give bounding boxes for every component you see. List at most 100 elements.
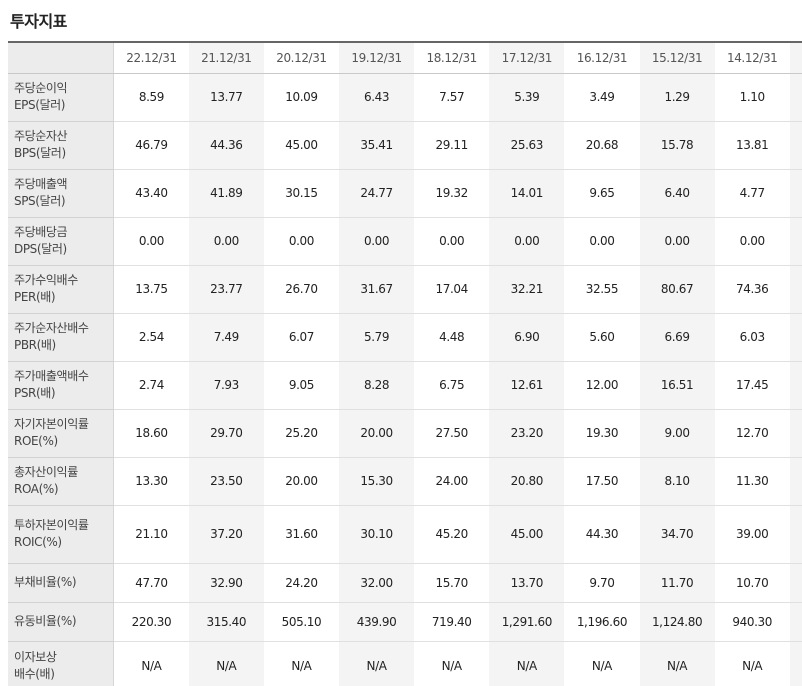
table-cell-value: 12.70: [714, 409, 790, 458]
table-row: 자기자본이익률 ROE(%) 18.60 29.70 25.20 20.00 27.50 23…: [8, 409, 802, 458]
table-cell-value: 15.70: [789, 563, 802, 603]
table-cell-value: 9.05: [263, 361, 339, 410]
table-cell-value: 0.00: [113, 217, 189, 266]
table-row: 이자보상배수(배)N/AN/AN/AN/AN/AN/AN/AN/AN/AN/A: [8, 641, 802, 686]
row-label: 주가수익배수 PER(배): [8, 265, 115, 314]
table-cell-value: 315.40: [188, 602, 264, 642]
row-label: 투하자본이익률 ROIC(%): [8, 505, 115, 564]
table-cell-value: 7.49: [188, 313, 264, 362]
table-cell-value: 1.29: [639, 73, 715, 122]
table-cell-value: 13.75: [113, 265, 189, 314]
row-label-line: 투하자본이익률: [14, 518, 89, 532]
table-cell-value: N/A: [188, 641, 264, 686]
row-label: 주당순자산 BPS(달러): [8, 121, 115, 170]
row-label: 주당배당금 DPS(달러): [8, 217, 115, 266]
page-title: 투자지표: [10, 12, 67, 31]
column-header-date: 16.12/31: [564, 41, 640, 74]
table-cell-value: 940.30: [714, 602, 790, 642]
table-cell-value: 6.07: [263, 313, 339, 362]
table-cell-value: 44.36: [188, 121, 264, 170]
table-cell-value: 46.79: [113, 121, 189, 170]
column-header-date: 13.12/31: [789, 41, 802, 74]
table-cell-value: 30.15: [263, 169, 339, 218]
table-cell-value: 10.09: [263, 73, 339, 122]
table-cell-value: 0.60: [789, 73, 802, 122]
table-cell-value: 9.65: [564, 169, 640, 218]
table-cell-value: 14.01: [489, 169, 565, 218]
row-label: 주당순이익 EPS(달러): [8, 73, 115, 122]
table-cell-value: 8.67: [789, 313, 802, 362]
table-cell-value: 24.77: [339, 169, 415, 218]
row-label-line: 이자보상: [14, 649, 57, 664]
table-cell-value: 6.03: [714, 313, 790, 362]
row-label-line: 유동비율(%): [14, 614, 77, 628]
table-cell-value: 1,124.80: [639, 602, 715, 642]
table-cell-value: 32.55: [564, 265, 640, 314]
table-cell-value: 23.60: [789, 505, 802, 564]
investment-indicators-table-container[interactable]: 22.12/31 21.12/31 20.12/31 19.12/31 18.12/31…: [8, 41, 802, 686]
table-cell-value: 19.32: [414, 169, 490, 218]
row-label-line: 주가매출액배수: [14, 369, 89, 383]
row-label-line: 주당순자산: [14, 129, 68, 143]
table-row: 총자산이익률 ROA(%) 13.30 23.50 20.00 15.30 24.00 20.…: [8, 457, 802, 506]
table-cell-value: 4.48: [414, 313, 490, 362]
table-cell-value: 0.00: [489, 217, 565, 266]
table-cell-value: 30.10: [339, 505, 415, 564]
table-cell-value: 220.30: [113, 602, 189, 642]
column-header-date: 18.12/31: [414, 41, 490, 74]
table-row: 주가수익배수 PER(배) 13.75 23.77 26.70 31.67 17.04 32.…: [8, 265, 802, 314]
table-cell-value: 0.00: [339, 217, 415, 266]
table-cell-value: 1.10: [714, 73, 790, 122]
table-cell-value: 6.75: [414, 361, 490, 410]
table-cell-value: 44.30: [564, 505, 640, 564]
table-cell-value: 505.10: [263, 602, 339, 642]
table-cell-value: 41.89: [188, 169, 264, 218]
table-cell-value: 23.50: [188, 457, 264, 506]
table-cell-value: 6.90: [489, 313, 565, 362]
table-cell-value: 24.00: [414, 457, 490, 506]
table-cell-value: 25.63: [489, 121, 565, 170]
table-cell-value: 13.77: [188, 73, 264, 122]
table-row: 부채비율(%) 47.70 32.90 24.20 32.00 15.70 13.70 9.7…: [8, 563, 802, 603]
table-cell-value: 0.00: [714, 217, 790, 266]
table-cell-value: 0.00: [414, 217, 490, 266]
table-row: 주가순자산배수 PBR(배) 2.54 7.49 6.07 5.79 4.48 6.90 5.6…: [8, 313, 802, 362]
row-label-line: PER(배): [14, 290, 56, 304]
table-cell-value: 20.68: [564, 121, 640, 170]
table-cell-value: 47.70: [113, 563, 189, 603]
row-label-line: 총자산이익률: [14, 465, 78, 479]
table-cell-value: 11.70: [639, 563, 715, 603]
table-cell-value: 3.49: [564, 73, 640, 122]
table-cell-value: 74.36: [714, 265, 790, 314]
table-cell-value: 2.54: [113, 313, 189, 362]
row-label-line: ROA(%): [14, 482, 59, 496]
row-label: 자기자본이익률 ROE(%): [8, 409, 115, 458]
table-cell-value: 8.10: [639, 457, 715, 506]
table-cell-value: 89.98: [789, 265, 802, 314]
table-cell-value: N/A: [263, 641, 339, 686]
table-cell-value: 29.11: [414, 121, 490, 170]
table-cell-value: 11.30: [714, 457, 790, 506]
table-cell-value: N/A: [789, 641, 802, 686]
table-cell-value: 23.20: [489, 409, 565, 458]
row-label-line: EPS(달러): [14, 98, 66, 112]
table-cell-value: 7.57: [414, 73, 490, 122]
row-label-line: BPS(달러): [14, 146, 66, 160]
column-header-date: 22.12/31: [113, 41, 189, 74]
row-label: 부채비율(%): [8, 563, 115, 603]
table-row: 투하자본이익률 ROIC(%) 21.10 37.20 31.60 30.10 45.20 4…: [8, 505, 802, 564]
table-cell-value: 5.79: [339, 313, 415, 362]
investment-indicators-table: 22.12/31 21.12/31 20.12/31 19.12/31 18.12/31…: [8, 41, 802, 686]
table-cell-value: 21.10: [113, 505, 189, 564]
table-cell-value: 35.41: [339, 121, 415, 170]
row-label-line: 주당매출액: [14, 177, 68, 191]
table-cell-value: 32.90: [188, 563, 264, 603]
table-cell-value: 45.00: [263, 121, 339, 170]
row-label: 총자산이익률 ROA(%): [8, 457, 115, 506]
table-cell-value: 9.40: [789, 457, 802, 506]
row-label-line: 주당순이익: [14, 81, 68, 95]
table-cell-value: 43.40: [113, 169, 189, 218]
row-label: 이자보상 배수(배): [8, 641, 115, 686]
table-cell-value: 439.90: [339, 602, 415, 642]
table-row: 주가매출액배수 PSR(배) 2.74 7.93 9.05 8.28 6.75 12.61 12…: [8, 361, 802, 410]
